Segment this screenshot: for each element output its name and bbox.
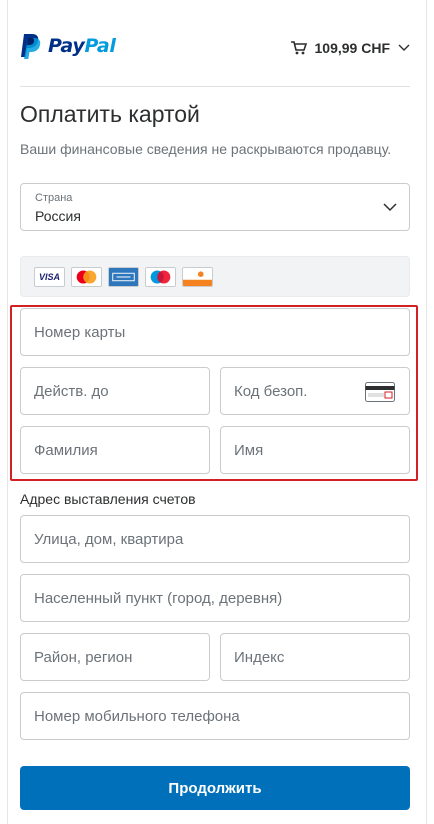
street-input[interactable] — [21, 516, 409, 562]
region-input[interactable] — [21, 634, 209, 680]
zip-input[interactable] — [221, 634, 409, 680]
chevron-down-icon — [383, 203, 397, 212]
street-field[interactable] — [20, 515, 410, 563]
brand-pay: Pay — [48, 35, 85, 57]
discover-stripe — [183, 268, 212, 286]
last-name-field[interactable] — [20, 426, 210, 474]
continue-button[interactable]: Продолжить — [20, 766, 410, 810]
phone-input[interactable] — [21, 693, 409, 739]
country-label: Страна — [35, 192, 73, 204]
header-divider — [20, 86, 410, 87]
accepted-cards-bar: VISA — [20, 256, 410, 297]
shopping-cart-icon — [290, 41, 307, 55]
country-value: Россия — [35, 208, 81, 224]
expiry-field[interactable] — [20, 367, 210, 415]
phone-field[interactable] — [20, 692, 410, 740]
cart-summary-toggle[interactable]: 109,99 CHF — [290, 40, 410, 56]
mastercard-icon — [71, 267, 102, 287]
chevron-down-icon — [398, 44, 410, 51]
country-select[interactable]: Страна Россия — [20, 183, 410, 231]
maestro-circles — [146, 268, 175, 286]
paypal-logo: PayPal — [20, 32, 116, 60]
amex-icon — [108, 267, 139, 287]
page-title: Оплатить картой — [20, 101, 200, 127]
card-back-cvv-icon — [365, 382, 395, 402]
paypal-monogram-icon — [21, 34, 41, 59]
paypal-wordmark: PayPal — [48, 35, 116, 57]
first-name-field[interactable] — [220, 426, 410, 474]
cart-total: 109,99 CHF — [314, 40, 390, 56]
first-name-input[interactable] — [221, 427, 409, 473]
brand-pal: Pal — [84, 35, 116, 57]
region-field[interactable] — [20, 633, 210, 681]
expiry-input[interactable] — [21, 368, 209, 414]
privacy-note: Ваши финансовые сведения не раскрываются… — [20, 141, 392, 157]
zip-field[interactable] — [220, 633, 410, 681]
last-name-input[interactable] — [21, 427, 209, 473]
maestro-icon — [145, 267, 176, 287]
mastercard-circles — [72, 268, 101, 286]
visa-icon: VISA — [34, 267, 65, 287]
billing-address-label: Адрес выставления счетов — [20, 491, 196, 507]
city-input[interactable] — [21, 575, 409, 621]
header: PayPal 109,99 CHF — [20, 30, 410, 70]
discover-icon — [182, 267, 213, 287]
cvv-field[interactable] — [220, 367, 410, 415]
card-number-field[interactable] — [20, 308, 410, 356]
city-field[interactable] — [20, 574, 410, 622]
card-number-input[interactable] — [21, 309, 409, 355]
amex-pattern — [109, 268, 138, 286]
